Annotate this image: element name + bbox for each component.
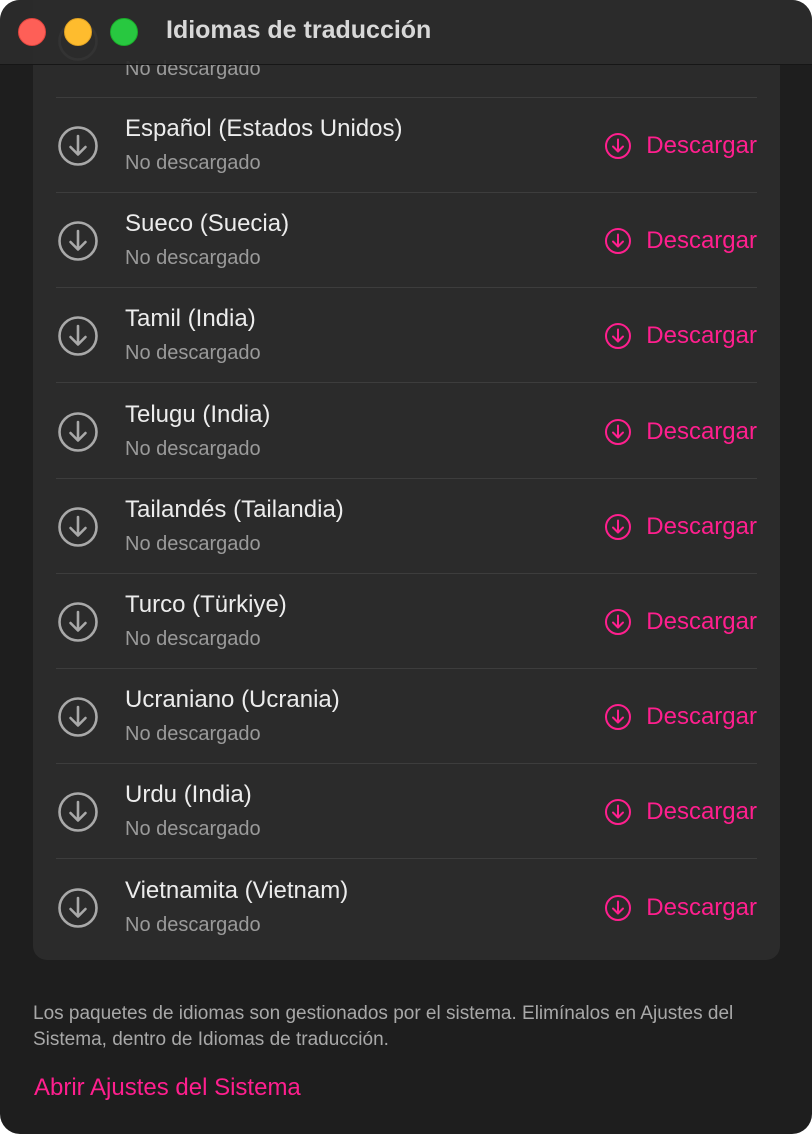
download-arrow-icon: [605, 704, 632, 731]
download-circle-icon: [58, 221, 98, 261]
language-name: Español (Estados Unidos): [125, 115, 403, 142]
download-button[interactable]: Descargar: [604, 511, 757, 543]
download-button-label: Descargar: [646, 132, 757, 159]
row-status: No descargado: [125, 342, 261, 365]
download-button[interactable]: Descargar: [604, 796, 757, 828]
download-button-label: Descargar: [646, 417, 757, 445]
language-list[interactable]: No descargado Español (Estados Unidos) No…: [33, 0, 780, 960]
zoom-window-button[interactable]: [110, 18, 138, 46]
download-circle-icon: [58, 697, 98, 737]
language-name: Sueco (Suecia): [125, 210, 290, 238]
language-name: Tailandés (Tailandia): [125, 495, 344, 523]
download-button-label: Descargar: [646, 322, 757, 350]
download-arrow-icon: [605, 323, 632, 350]
download-circle-icon: [58, 887, 98, 928]
download-button-label: Descargar: [646, 512, 757, 540]
download-circle-icon: [58, 792, 98, 833]
download-circle-icon: [58, 506, 98, 547]
download-arrow-icon: [605, 799, 632, 826]
language-name: Urdu (India): [125, 781, 252, 809]
title-bar[interactable]: Idiomas de traducción: [0, 0, 812, 65]
row-status: No descargado: [125, 628, 261, 650]
minimize-window-button[interactable]: [64, 18, 92, 46]
download-arrow-icon: [605, 513, 632, 540]
window-title: Idiomas de traducción: [166, 16, 432, 44]
row-status: No descargado: [125, 532, 261, 555]
download-circle-icon: [58, 411, 98, 452]
row-status: No descargado: [125, 437, 261, 460]
download-button-label: Descargar: [646, 608, 757, 635]
download-button-label: Descargar: [646, 227, 757, 255]
row-status: No descargado: [125, 723, 261, 746]
download-button[interactable]: Descargar: [604, 320, 757, 352]
row-status: No descargado: [125, 913, 261, 936]
list-item: Ucraniano (Ucrania) No descargado Descarga…: [33, 669, 780, 765]
download-button[interactable]: Descargar: [604, 225, 757, 257]
list-item: Telugu (India) No descargado Descargar: [33, 384, 780, 479]
download-arrow-icon: [605, 609, 632, 635]
download-button-label: Descargar: [646, 703, 757, 731]
download-button[interactable]: Descargar: [604, 130, 757, 162]
translation-languages-window: No descargado Español (Estados Unidos) No…: [0, 0, 812, 1134]
download-button[interactable]: Descargar: [604, 606, 757, 638]
download-arrow-icon: [605, 418, 632, 445]
language-name: Ucraniano (Ucrania): [125, 686, 340, 714]
row-status: No descargado: [125, 247, 261, 270]
download-circle-icon: [58, 316, 98, 357]
language-name: Vietnamita (Vietnam): [125, 876, 349, 904]
language-name: Turco (Türkiye): [125, 591, 287, 618]
footer-note: Los paquetes de idiomas son gestionados …: [33, 1003, 734, 1050]
row-status: No descargado: [125, 152, 261, 174]
download-button[interactable]: Descargar: [604, 416, 757, 448]
language-name: Tamil (India): [125, 305, 256, 333]
list-item: Urdu (India) No descargado Descargar: [33, 764, 780, 860]
download-button-label: Descargar: [646, 893, 757, 921]
close-window-button[interactable]: [18, 18, 46, 46]
download-arrow-icon: [605, 228, 632, 255]
language-name: Telugu (India): [125, 400, 271, 428]
list-item: Tailandés (Tailandia) No descargado Descar…: [33, 479, 780, 574]
list-item: Turco (Türkiye) No descargado Descargar: [33, 574, 780, 669]
list-item: Sueco (Suecia) No descargado Descargar: [33, 193, 780, 289]
download-arrow-icon: [605, 133, 632, 159]
download-circle-icon: [58, 602, 98, 642]
list-item: Vietnamita (Vietnam) No descargado Descarg…: [33, 860, 780, 955]
download-button[interactable]: Descargar: [604, 892, 757, 924]
row-status: No descargado: [125, 818, 261, 841]
download-button[interactable]: Descargar: [604, 701, 757, 733]
download-arrow-icon: [605, 894, 632, 921]
download-circle-icon: [58, 126, 98, 166]
list-item: Español (Estados Unidos) No descargado Des…: [33, 98, 780, 193]
list-item: Tamil (India) No descargado Descargar: [33, 288, 780, 384]
download-button-label: Descargar: [646, 798, 757, 826]
open-system-settings-link[interactable]: Abrir Ajustes del Sistema: [34, 1074, 301, 1102]
